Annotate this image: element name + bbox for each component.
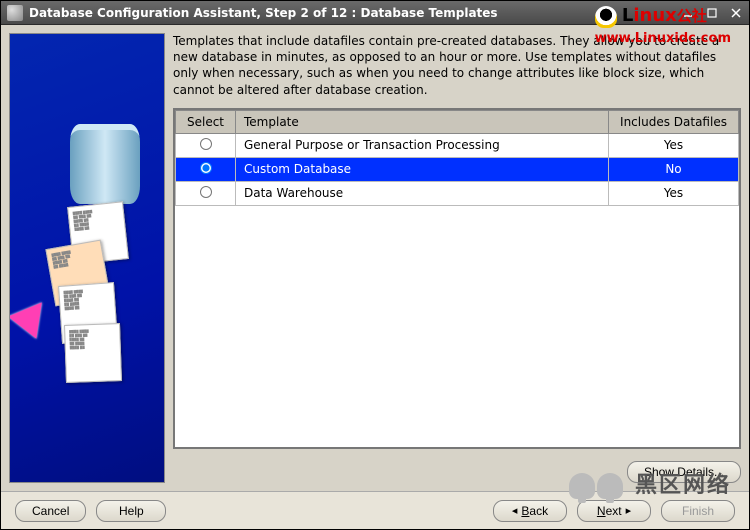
watermark-top: Linux公社 www.Linuxidc.com <box>595 5 731 46</box>
chevron-left-icon: ◂ <box>512 504 518 517</box>
finish-label: Finish <box>682 504 714 518</box>
includes-cell: Yes <box>609 133 739 157</box>
penguin-icon <box>595 6 617 28</box>
table-row[interactable]: Data Warehouse Yes <box>176 181 739 205</box>
next-button[interactable]: Next ▸ <box>577 500 651 522</box>
template-radio[interactable] <box>200 138 212 150</box>
help-button[interactable]: Help <box>96 500 166 522</box>
table-row[interactable]: General Purpose or Transaction Processin… <box>176 133 739 157</box>
template-radio[interactable] <box>200 162 212 174</box>
wizard-sidebar-image: ████ ██████ ███ ██████ ████ ████████ ██ … <box>9 33 165 483</box>
mushroom-icon <box>569 473 595 499</box>
includes-cell: Yes <box>609 181 739 205</box>
col-header-includes: Includes Datafiles <box>609 110 739 133</box>
mushroom-icon <box>597 473 623 499</box>
window-title: Database Configuration Assistant, Step 2… <box>29 6 681 20</box>
col-header-template: Template <box>236 110 609 133</box>
back-button[interactable]: ◂ Back <box>493 500 567 522</box>
back-label: ack <box>529 504 548 518</box>
template-name-cell: Data Warehouse <box>236 181 609 205</box>
database-cylinder-icon <box>70 124 140 204</box>
template-name-cell: General Purpose or Transaction Processin… <box>236 133 609 157</box>
chevron-right-icon: ▸ <box>626 504 632 517</box>
close-button[interactable] <box>729 6 743 20</box>
paper-icon: ████ ██████ ███ ██████ ████ ████████ ██ <box>64 323 122 383</box>
content-pane: Templates that include datafiles contain… <box>173 33 741 483</box>
main-area: ████ ██████ ███ ██████ ████ ████████ ██ … <box>1 25 749 491</box>
template-name-cell: Custom Database <box>236 157 609 181</box>
app-icon <box>7 5 23 21</box>
table-row[interactable]: Custom Database No <box>176 157 739 181</box>
col-header-select: Select <box>176 110 236 133</box>
arrow-icon <box>9 291 56 338</box>
cancel-button[interactable]: Cancel <box>15 500 86 522</box>
next-label: ext <box>606 504 622 518</box>
includes-cell: No <box>609 157 739 181</box>
watermark-bottom: 黑区网络 <box>569 467 731 499</box>
templates-table-container: Select Template Includes Datafiles Gener… <box>173 108 741 449</box>
template-radio[interactable] <box>200 186 212 198</box>
finish-button[interactable]: Finish <box>661 500 735 522</box>
templates-table: Select Template Includes Datafiles Gener… <box>175 110 739 206</box>
